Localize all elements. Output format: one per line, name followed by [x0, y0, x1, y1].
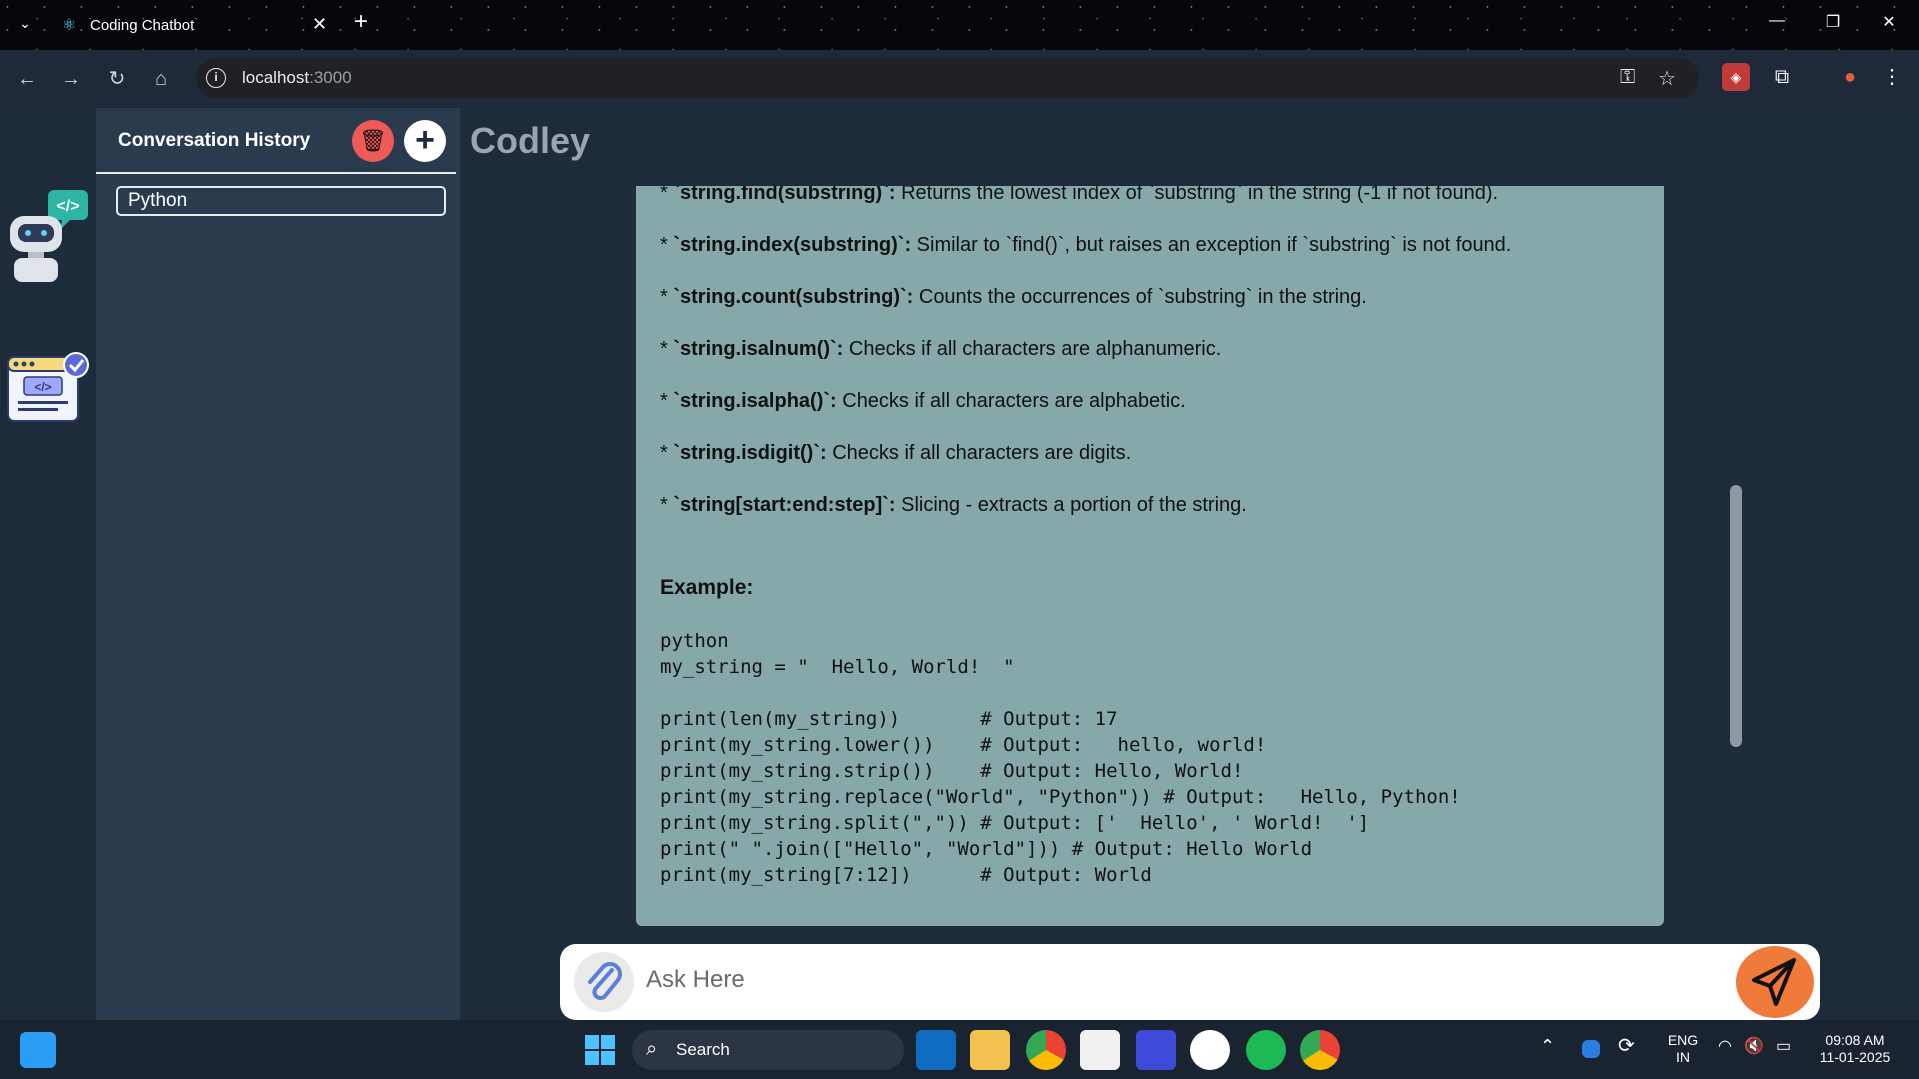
taskbar-search[interactable]: ⌕ Search [632, 1030, 904, 1070]
widgets-icon[interactable] [20, 1032, 56, 1068]
battery-icon[interactable]: ▭ [1776, 1038, 1791, 1055]
volume-muted-icon[interactable]: 🔇 [1744, 1038, 1764, 1055]
message-line: * `string.find(substring)`: Returns the … [660, 186, 1498, 205]
method-name: `string.index(substring)`: [673, 234, 912, 256]
url-port: :3000 [309, 68, 352, 87]
method-name: `string.find(substring)`: [673, 186, 896, 204]
microsoft-store-icon[interactable] [1080, 1030, 1120, 1070]
message-line: * `string[start:end:step]`: Slicing - ex… [660, 494, 1247, 516]
method-desc: Checks if all characters are alphabetic. [836, 390, 1186, 412]
tab-search-chevron-icon[interactable]: ⌄ [14, 12, 36, 34]
wifi-icon[interactable]: ◠ [1718, 1038, 1732, 1055]
method-name: `string.isalpha()`: [673, 390, 837, 412]
forward-icon[interactable]: → [56, 64, 86, 94]
message-line: * `string.isdigit()`: Checks if all char… [660, 442, 1132, 464]
attach-button[interactable] [574, 952, 634, 1012]
browser-menu-icon[interactable]: ⋮ [1878, 63, 1906, 91]
clock-date: 11-01-2025 [1819, 1049, 1891, 1065]
back-icon[interactable]: ← [12, 64, 42, 94]
method-name: `string.isalnum()`: [673, 338, 844, 360]
restore-icon[interactable]: ❐ [1818, 12, 1848, 32]
clock-time: 09:08 AM [1825, 1032, 1885, 1048]
home-icon[interactable]: ⌂ [146, 64, 176, 94]
example-heading: Example: [660, 576, 754, 599]
sync-icon[interactable]: ⟳ [1618, 1036, 1635, 1056]
plus-icon: + [415, 121, 435, 159]
minimize-icon[interactable]: — [1762, 12, 1792, 30]
visual-studio-icon[interactable] [1136, 1030, 1176, 1070]
close-tab-icon[interactable]: ✕ [312, 14, 327, 35]
browser-toolbar: ← → ↻ ⌂ i localhost:3000 ⚿ ☆ [0, 50, 1919, 108]
close-window-icon[interactable]: ✕ [1874, 12, 1904, 32]
code-window-logo-icon[interactable]: </> [6, 351, 92, 427]
app-brand: Codley [470, 120, 591, 161]
new-conversation-button[interactable]: + [404, 120, 446, 162]
conversation-history-panel: Conversation History 🗑 + Python [96, 108, 460, 1020]
paperclip-icon [588, 962, 622, 1000]
code-block: python my_string = " Hello, World! " pri… [660, 630, 1461, 886]
tray-chevron-icon[interactable]: ⌃ [1540, 1037, 1555, 1055]
message-line: * `string.isalpha()`: Checks if all char… [660, 390, 1186, 412]
tab-title: Coding Chatbot [90, 17, 195, 34]
taskbar: ⌕ Search ⌃ ⟳ ENG IN ◠ 🔇 ▭ 09:08 AM 11-01-2… [0, 1020, 1919, 1079]
site-info-icon[interactable]: i [206, 68, 226, 88]
app-root: </> </> Conversation History 🗑 + Python … [0, 108, 1919, 1020]
method-desc: Checks if all characters are digits. [826, 442, 1132, 464]
bookmark-star-icon[interactable]: ☆ [1658, 66, 1676, 91]
paper-plane-icon [1752, 958, 1796, 1006]
ask-input[interactable] [646, 960, 1666, 1000]
reload-icon[interactable]: ↻ [102, 64, 132, 94]
search-label: Search [676, 1040, 730, 1059]
svg-text:</>: </> [34, 380, 51, 394]
search-icon: ⌕ [646, 1038, 658, 1060]
clock[interactable]: 09:08 AM 11-01-2025 [1812, 1032, 1898, 1066]
message-line: * `string.index(substring)`: Similar to … [660, 234, 1512, 256]
lang-bottom: IN [1676, 1049, 1690, 1065]
browser-tab[interactable]: ⚛ Coding Chatbot ✕ [50, 8, 338, 42]
method-desc: Returns the lowest index of `substring` … [895, 186, 1499, 204]
extensions-puzzle-icon[interactable]: ⧉ [1768, 63, 1796, 91]
password-key-icon[interactable]: ⚿ [1620, 66, 1635, 89]
method-desc: Slicing - extracts a portion of the stri… [895, 494, 1247, 516]
url-text: localhost:3000 [242, 68, 352, 88]
history-item[interactable]: Python [116, 186, 446, 216]
method-desc: Checks if all characters are alphanumeri… [843, 338, 1222, 360]
delete-history-button[interactable]: 🗑 [352, 120, 394, 162]
history-divider [96, 172, 456, 174]
url-host: localhost [242, 68, 310, 87]
chat-message-panel: * `string.find(substring)`: Returns the … [636, 186, 1664, 926]
react-icon: ⚛ [61, 17, 77, 34]
trash-icon: 🗑 [359, 128, 387, 153]
composer [560, 944, 1820, 1020]
method-name: `string[start:end:step]`: [673, 494, 896, 516]
message-line: * `string.isalnum()`: Checks if all char… [660, 338, 1222, 360]
robot-logo-icon[interactable]: </> [8, 188, 92, 284]
browser-title-bar: ⌄ ⚛ Coding Chatbot ✕ + — ❐ ✕ [0, 0, 1919, 50]
chrome-active-icon[interactable] [1300, 1030, 1340, 1070]
chrome-icon[interactable] [1026, 1030, 1066, 1070]
vscode-icon[interactable] [916, 1030, 956, 1070]
spotify-icon[interactable] [1246, 1030, 1286, 1070]
message-line: * `string.count(substring)`: Counts the … [660, 286, 1367, 308]
icon-rail: </> </> [0, 108, 96, 1020]
method-name: `string.isdigit()`: [673, 442, 827, 464]
file-explorer-icon[interactable] [970, 1030, 1010, 1070]
chat-scrollbar[interactable] [1730, 485, 1742, 747]
windows-start-icon[interactable] [580, 1030, 620, 1070]
language-indicator[interactable]: ENG IN [1666, 1032, 1700, 1066]
history-title: Conversation History [118, 130, 311, 151]
method-desc: Counts the occurrences of `substring` in… [913, 286, 1367, 308]
method-desc: Similar to `find()`, but raises an excep… [911, 234, 1512, 256]
profile-icon[interactable]: ● [1836, 63, 1864, 91]
send-button[interactable] [1736, 946, 1814, 1018]
address-bar[interactable]: i localhost:3000 ⚿ ☆ [196, 58, 1699, 98]
tray-app-icon[interactable] [1582, 1040, 1600, 1058]
lang-top: ENG [1667, 1032, 1699, 1048]
svg-text:</>: </> [56, 198, 79, 215]
github-icon[interactable] [1190, 1030, 1230, 1070]
method-name: `string.count(substring)`: [673, 286, 914, 308]
new-tab-icon[interactable]: + [354, 10, 368, 34]
extension-icon[interactable]: ◈ [1722, 63, 1750, 91]
